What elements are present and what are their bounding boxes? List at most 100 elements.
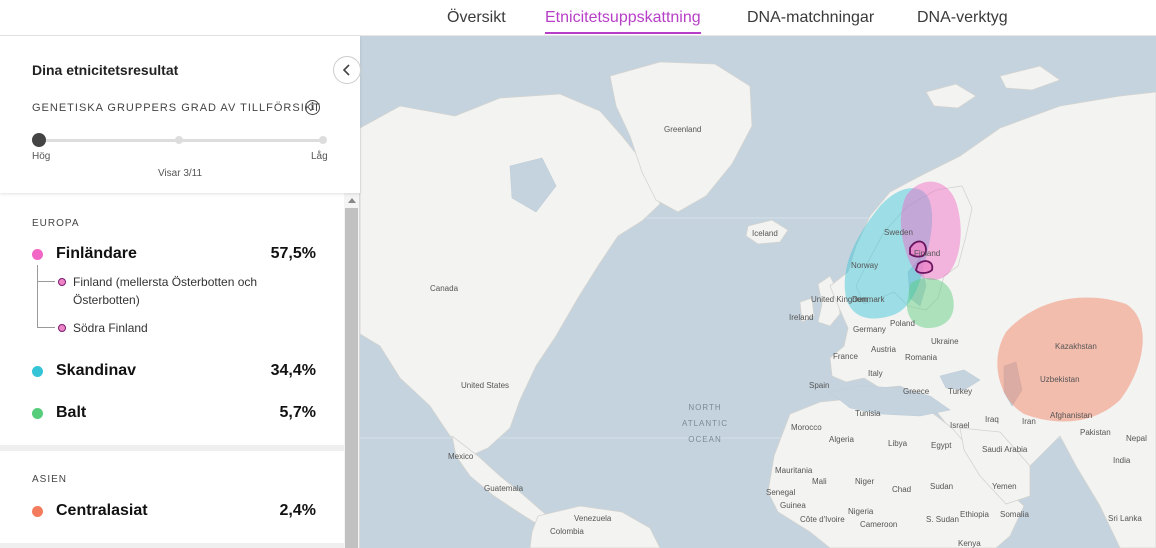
map-label-france: France [833, 352, 858, 361]
subgroup-row-finland-osterbotten[interactable]: Finland (mellersta Österbotten och Öster… [58, 273, 278, 309]
slider-high-label: Hög [32, 151, 51, 162]
map-label-india: India [1113, 456, 1131, 465]
ethnicity-map[interactable]: Greenland Iceland Canada United States M… [360, 36, 1156, 548]
map-label-chad: Chad [892, 485, 911, 494]
group-row-centralasiat[interactable]: Centralasiat 2,4% [32, 501, 316, 521]
tree-connector [37, 265, 38, 327]
map-label-iceland: Iceland [752, 229, 778, 238]
map-label-sri-lanka: Sri Lanka [1108, 514, 1142, 523]
map-label-yemen: Yemen [992, 482, 1017, 491]
map-label-ireland: Ireland [789, 313, 813, 322]
info-icon[interactable]: i [305, 100, 320, 115]
map-label-finland: Finland [914, 249, 940, 258]
map-label-turkey: Turkey [948, 387, 972, 396]
tab-etnicitetsuppskattning[interactable]: Etnicitetsuppskattning [545, 9, 701, 34]
tab-dna-matchningar[interactable]: DNA-matchningar [747, 9, 874, 27]
map-label-norway: Norway [851, 261, 878, 270]
subgroup-name: Södra Finland [73, 321, 148, 335]
map-label-egypt: Egypt [931, 441, 952, 450]
region-card-asien: ASIEN Centralasiat 2,4% [0, 451, 344, 543]
slider-count-text: Visar 3/11 [157, 168, 203, 179]
scrollbar[interactable] [344, 193, 359, 548]
map-label-mexico: Mexico [448, 452, 474, 461]
map-label-united-kingdom: United Kingdom [811, 295, 868, 304]
ethnicity-results-panel: Dina etnicitetsresultat GENETISKA GRUPPE… [0, 36, 361, 548]
world-map-svg: Greenland Iceland Canada United States M… [360, 61, 1156, 548]
slider-low-label: Låg [311, 151, 328, 162]
map-label-niger: Niger [855, 477, 874, 486]
group-name: Skandinav [56, 362, 137, 379]
map-label-germany: Germany [853, 325, 886, 334]
subgroup-row-sodra-finland[interactable]: Södra Finland [58, 319, 278, 337]
subregion-sodra-finland [915, 260, 934, 274]
group-row-balt[interactable]: Balt 5,7% [32, 403, 316, 423]
subgroup-dot [58, 278, 66, 286]
map-label-algeria: Algeria [829, 435, 854, 444]
ocean-label-line-1: NORTH [688, 403, 721, 412]
map-label-sudan: Sudan [930, 482, 953, 491]
map-label-mali: Mali [812, 477, 827, 486]
ocean-label-line-3: OCEAN [688, 435, 721, 444]
group-percent: 57,5% [270, 245, 316, 262]
map-label-s-sudan: S. Sudan [926, 515, 959, 524]
collapse-panel-button[interactable] [333, 56, 361, 84]
map-label-austria: Austria [871, 345, 896, 354]
group-color-dot [32, 407, 43, 419]
map-label-morocco: Morocco [791, 423, 822, 432]
map-label-colombia: Colombia [550, 527, 584, 536]
tree-connector [37, 327, 55, 328]
ocean-label: NORTH ATLANTIC OCEAN [682, 403, 727, 444]
map-label-pakistan: Pakistan [1080, 428, 1111, 437]
map-label-uzbekistan: Uzbekistan [1040, 375, 1080, 384]
map-label-nepal: Nepal [1126, 434, 1147, 443]
map-label-iraq: Iraq [985, 415, 999, 424]
group-percent: 2,4% [279, 502, 316, 519]
map-label-kazakhstan: Kazakhstan [1055, 342, 1097, 351]
group-name: Balt [56, 404, 87, 421]
map-label-iran: Iran [1022, 417, 1036, 426]
slider-step-dot[interactable] [319, 136, 327, 144]
group-color-dot [32, 248, 43, 260]
group-row-finlandare[interactable]: Finländare 57,5% [32, 244, 316, 264]
map-label-romania: Romania [905, 353, 938, 362]
map-label-sweden: Sweden [884, 228, 913, 237]
subgroup-name: Finland (mellersta Österbotten och Öster… [73, 275, 258, 307]
map-label-kenya: Kenya [958, 539, 981, 548]
map-label-guinea: Guinea [780, 501, 806, 510]
map-label-israel: Israel [950, 421, 970, 430]
region-label: ASIEN [32, 474, 68, 485]
group-row-skandinav[interactable]: Skandinav 34,4% [32, 361, 316, 381]
map-label-greece: Greece [903, 387, 930, 396]
group-name: Finländare [56, 245, 137, 262]
tab-oversikt[interactable]: Översikt [447, 9, 506, 27]
panel-header: Dina etnicitetsresultat GENETISKA GRUPPE… [0, 36, 360, 193]
map-label-spain: Spain [809, 381, 829, 390]
arctic-island [925, 83, 977, 109]
map-label-senegal: Senegal [766, 488, 796, 497]
map-label-cote-divoire: Côte d'Ivoire [800, 515, 845, 524]
group-percent: 5,7% [279, 404, 316, 421]
north-america-land [360, 93, 661, 457]
tab-dna-verktyg[interactable]: DNA-verktyg [917, 9, 1008, 27]
group-name: Centralasiat [56, 502, 148, 519]
scroll-up-arrow-icon[interactable] [348, 198, 356, 203]
group-percent: 34,4% [270, 362, 316, 379]
top-navigation: Översikt Etnicitetsuppskattning DNA-matc… [0, 0, 1156, 36]
map-label-somalia: Somalia [1000, 510, 1029, 519]
scrollbar-thumb[interactable] [345, 208, 358, 548]
map-label-tunisia: Tunisia [855, 409, 881, 418]
landmasses [360, 61, 1156, 548]
central-america-land [451, 435, 551, 527]
confidence-label: GENETISKA GRUPPERS GRAD AV TILLFÖRSIKT [32, 102, 321, 114]
slider-step-dot[interactable] [175, 136, 183, 144]
map-label-ethiopia: Ethiopia [960, 510, 989, 519]
map-label-venezuela: Venezuela [574, 514, 612, 523]
map-label-mauritania: Mauritania [775, 466, 813, 475]
map-label-libya: Libya [888, 439, 908, 448]
map-label-greenland: Greenland [664, 125, 701, 134]
map-label-cameroon: Cameroon [860, 520, 897, 529]
confidence-slider-handle[interactable] [32, 133, 46, 147]
map-label-ukraine: Ukraine [931, 337, 959, 346]
map-label-guatemala: Guatemala [484, 484, 524, 493]
results-scroll-area[interactable]: EUROPA Finländare 57,5% Finland (mellers… [0, 193, 344, 548]
